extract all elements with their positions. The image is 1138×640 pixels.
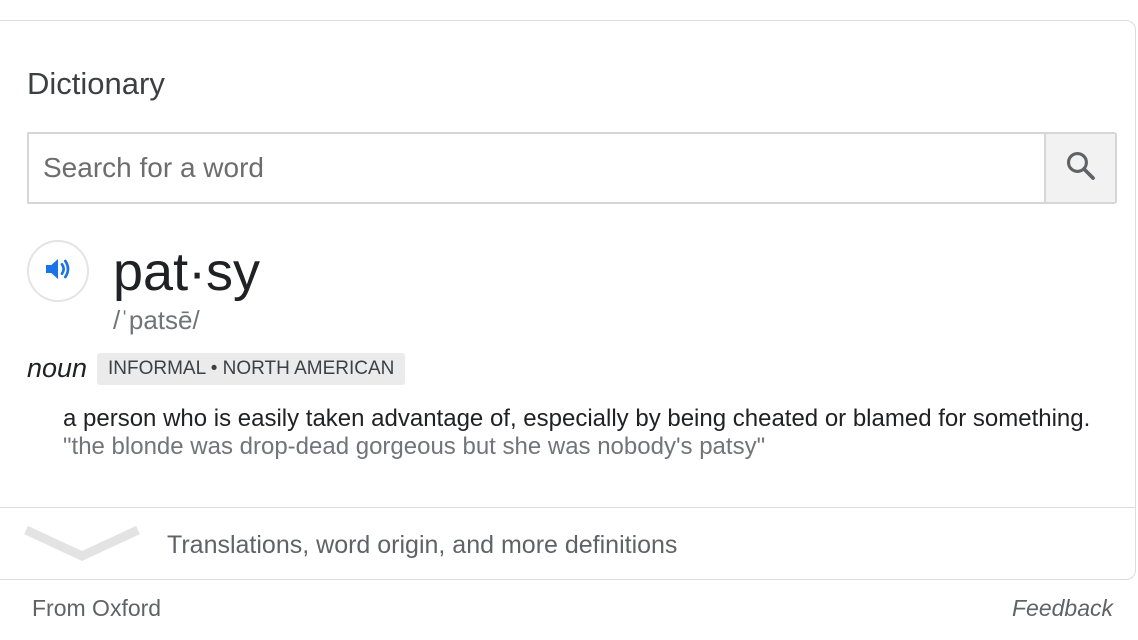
source-attribution: From Oxford (32, 595, 162, 621)
dictionary-card: Dictionary pat·sy /ˈpatsē/ noun INFORMAL… (0, 20, 1136, 580)
pronunciation-text: /ˈpatsē/ (113, 305, 200, 335)
more-definitions-label: Translations, word origin, and more defi… (167, 531, 678, 559)
search-button[interactable] (1044, 132, 1117, 204)
definition-text: a person who is easily taken advantage o… (63, 405, 1091, 432)
speaker-icon (42, 253, 74, 290)
card-title: Dictionary (27, 66, 165, 101)
search-icon (1064, 149, 1098, 188)
feedback-link[interactable]: Feedback (1012, 594, 1113, 622)
usage-labels-badge: INFORMAL • NORTH AMERICAN (97, 353, 406, 385)
search-input[interactable] (27, 132, 1045, 204)
headword: pat·sy (113, 242, 261, 302)
search-bar (27, 132, 1117, 204)
chevron-down-icon (24, 524, 140, 569)
example-sentence: "the blonde was drop-dead gorgeous but s… (63, 433, 766, 460)
pronunciation-audio-button[interactable] (27, 240, 89, 302)
part-of-speech: noun (27, 353, 88, 383)
more-definitions-toggle[interactable]: Translations, word origin, and more defi… (0, 507, 1136, 580)
